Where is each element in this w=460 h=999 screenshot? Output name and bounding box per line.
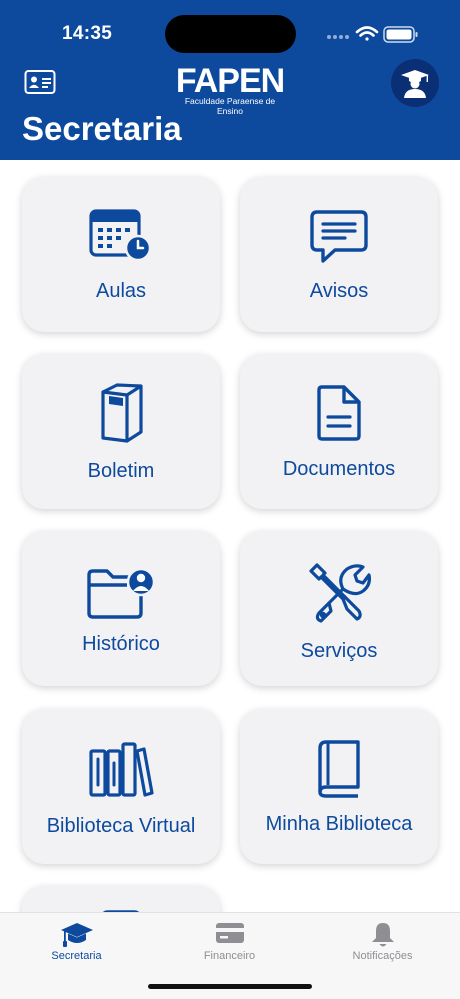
graduate-avatar-icon [401, 70, 429, 98]
status-time: 14:35 [62, 23, 113, 44]
tab-label: Financeiro [203, 950, 256, 962]
document-icon [317, 385, 361, 441]
card-aulas[interactable]: Aulas [22, 177, 220, 332]
tab-financeiro[interactable]: Financeiro [153, 913, 306, 973]
credit-card-icon [215, 923, 244, 943]
chat-bubble-icon [310, 210, 368, 263]
card-avisos[interactable]: Avisos [240, 177, 438, 332]
logo-subtitle: Faculdade Paraense de Ensino [184, 96, 276, 116]
card-biblioteca-virtual[interactable]: Biblioteca Virtual [22, 709, 220, 864]
cellular-signal-icon [327, 35, 349, 39]
card-historico[interactable]: Histórico [22, 531, 220, 686]
app-header: 14:35 FAPEN Faculdade Paraense de Ensino [0, 0, 460, 160]
card-minha-biblioteca[interactable]: Minha Biblioteca [240, 709, 438, 864]
card-servicos[interactable]: Serviços [240, 531, 438, 686]
card-label: Aulas [95, 280, 147, 302]
card-label: Histórico [82, 633, 160, 655]
card-label: Biblioteca Virtual [46, 815, 196, 837]
menu-grid: Aulas Avisos Boletim Documentos Históric… [0, 160, 460, 912]
folder-user-icon [87, 567, 156, 619]
tab-label: Secretaria [51, 950, 102, 962]
calendar-clock-icon [89, 209, 152, 262]
card-label: Serviços [300, 640, 378, 662]
book-icon [318, 740, 360, 798]
dynamic-island [165, 15, 296, 53]
status-icons [327, 26, 418, 43]
home-indicator[interactable] [148, 984, 312, 989]
graduation-cap-icon [60, 923, 93, 947]
bell-icon [371, 923, 394, 947]
id-card-icon[interactable] [24, 68, 56, 96]
tools-icon [309, 563, 371, 623]
notebook-icon [101, 383, 143, 443]
profile-button[interactable] [391, 59, 439, 107]
page-title: Secretaria [22, 110, 182, 147]
card-label: Boletim [87, 460, 155, 482]
books-icon [89, 742, 154, 797]
card-partial[interactable] [22, 886, 220, 912]
svg-text:FAPEN: FAPEN [176, 62, 284, 100]
tab-secretaria[interactable]: Secretaria [0, 913, 153, 973]
wifi-icon [355, 26, 379, 41]
tab-notificacoes[interactable]: Notificações [306, 913, 459, 973]
card-label: Documentos [282, 458, 396, 480]
tab-label: Notificações [352, 950, 413, 962]
battery-icon [383, 26, 418, 43]
card-documentos[interactable]: Documentos [240, 354, 438, 509]
card-boletim[interactable]: Boletim [22, 354, 220, 509]
card-label: Minha Biblioteca [265, 813, 413, 835]
card-label: Avisos [309, 280, 369, 302]
